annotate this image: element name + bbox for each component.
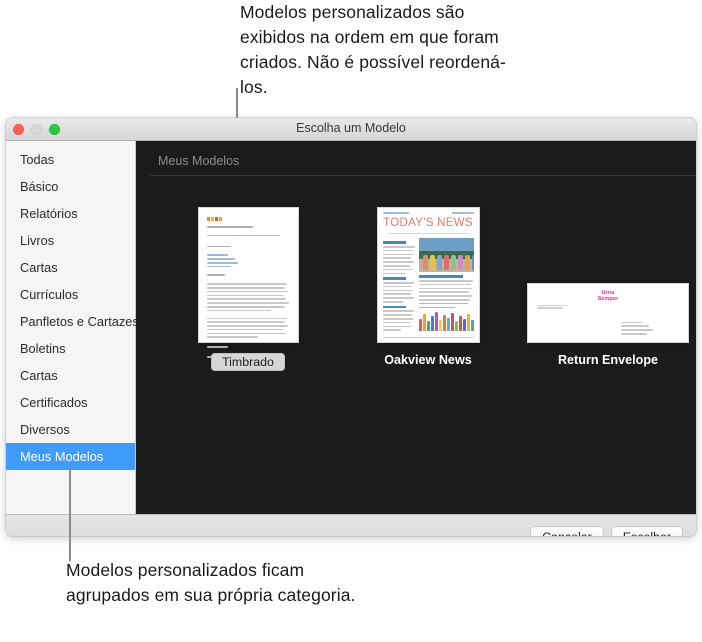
letterhead-logo-icon [206,217,290,221]
envelope-return-address [537,305,679,309]
envelope-recipient-address [621,321,665,335]
letterhead-thumbnail-icon[interactable] [198,208,298,358]
sidebar-item-cartas-2[interactable]: Cartas [6,362,135,389]
template-card-oakview-news[interactable]: TODAY'S NEWS Oakview News [338,194,518,367]
template-name-return-envelope[interactable]: Return Envelope [518,353,696,367]
callout-text-top: Modelos personalizados são exibidos na o… [240,2,506,97]
template-grid: Timbrado TODAY'S NEWS Oakview News Urna … [150,194,696,371]
colored-pencils-photo-icon [418,311,474,332]
envelope-logo-line2: Semper [597,295,619,302]
template-card-return-envelope[interactable]: Urna Semper Return Envelope [518,194,696,367]
sidebar-item-basico[interactable]: Básico [6,173,135,200]
callout-leader-line-bottom [69,466,71,561]
window-body: Todas Básico Relatórios Livros Cartas Cu… [6,141,696,514]
sidebar-item-curriculos[interactable]: Currículos [6,281,135,308]
newsletter-header: TODAY'S NEWS [378,208,479,235]
template-thumbnail-wrap: TODAY'S NEWS [338,194,518,342]
sidebar-item-relatorios[interactable]: Relatórios [6,200,135,227]
classroom-photo-icon [418,238,474,273]
section-header-label: Meus Modelos [158,154,240,168]
newsletter-subrule [388,232,468,235]
template-card-timbrado[interactable]: Timbrado [158,194,338,371]
cancel-button[interactable]: Cancelar [531,526,603,536]
sidebar-item-diversos[interactable]: Diversos [6,416,135,443]
template-name-oakview-news[interactable]: Oakview News [338,353,518,367]
template-name-field-timbrado[interactable]: Timbrado [211,353,285,371]
category-sidebar: Todas Básico Relatórios Livros Cartas Cu… [6,141,139,514]
newsletter-footer-rule [382,337,474,339]
sidebar-item-cartas[interactable]: Cartas [6,254,135,281]
window-title: Escolha um Modelo [296,121,406,135]
newsletter-right-column [418,238,474,333]
choose-button[interactable]: Escolher [611,526,682,536]
template-browser: Meus Modelos Timbrado TODAY'S NEWS Oakvi… [136,141,696,514]
window-titlebar: Escolha um Modelo [6,118,696,141]
sidebar-item-panfletos-e-cartazes[interactable]: Panfletos e Cartazes [6,308,139,335]
template-chooser-window: Escolha um Modelo Todas Básico Relatório… [6,118,696,536]
newsletter-thumbnail-icon[interactable]: TODAY'S NEWS [377,208,479,342]
newsletter-left-column [382,238,415,333]
sidebar-item-certificados[interactable]: Certificados [6,389,135,416]
section-divider [150,175,696,176]
template-thumbnail-wrap [158,194,338,358]
newsletter-masthead: TODAY'S NEWS [383,216,473,229]
envelope-thumbnail-icon[interactable]: Urna Semper [528,284,688,342]
newsletter-columns [378,238,479,333]
window-footer: Cancelar Escolher [6,514,696,536]
sidebar-item-livros[interactable]: Livros [6,227,135,254]
sidebar-item-todas[interactable]: Todas [6,146,135,173]
template-thumbnail-wrap: Urna Semper [518,194,696,342]
callout-text-bottom: Modelos personalizados ficam agrupados e… [66,560,356,605]
sidebar-item-boletins[interactable]: Boletins [6,335,135,362]
